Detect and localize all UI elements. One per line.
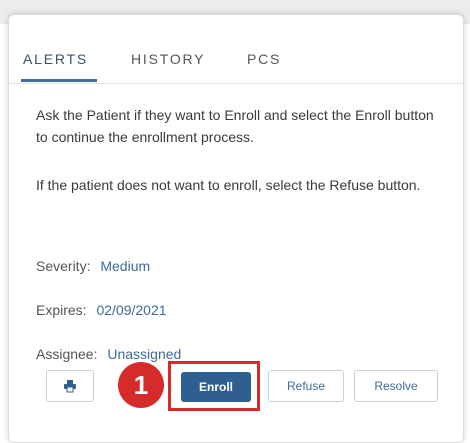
severity-label: Severity: [36,258,91,274]
expires-field: Expires: 02/09/2021 [36,302,167,318]
refuse-button[interactable]: Refuse [268,370,344,402]
tab-bar: ALERTS HISTORY PCS [9,15,463,84]
assignee-field: Assignee: Unassigned [36,346,181,362]
tab-history[interactable]: HISTORY [131,51,205,67]
active-tab-indicator [21,79,97,82]
alert-instruction-enroll: Ask the Patient if they want to Enroll a… [36,107,434,145]
enroll-button[interactable]: Enroll [181,372,251,402]
expires-value: 02/09/2021 [96,302,167,318]
assignee-value[interactable]: Unassigned [107,346,181,362]
print-icon [64,380,76,393]
tab-pcs[interactable]: PCS [247,51,281,67]
alert-instruction-refuse: If the patient does not want to enroll, … [36,177,421,193]
severity-value: Medium [100,258,151,274]
severity-field: Severity: Medium [36,258,150,274]
print-button[interactable] [46,370,94,402]
assignee-label: Assignee: [36,346,98,362]
tab-alerts[interactable]: ALERTS [23,51,88,67]
resolve-button[interactable]: Resolve [354,370,438,402]
step-number-badge: 1 [118,362,164,408]
expires-label: Expires: [36,302,87,318]
